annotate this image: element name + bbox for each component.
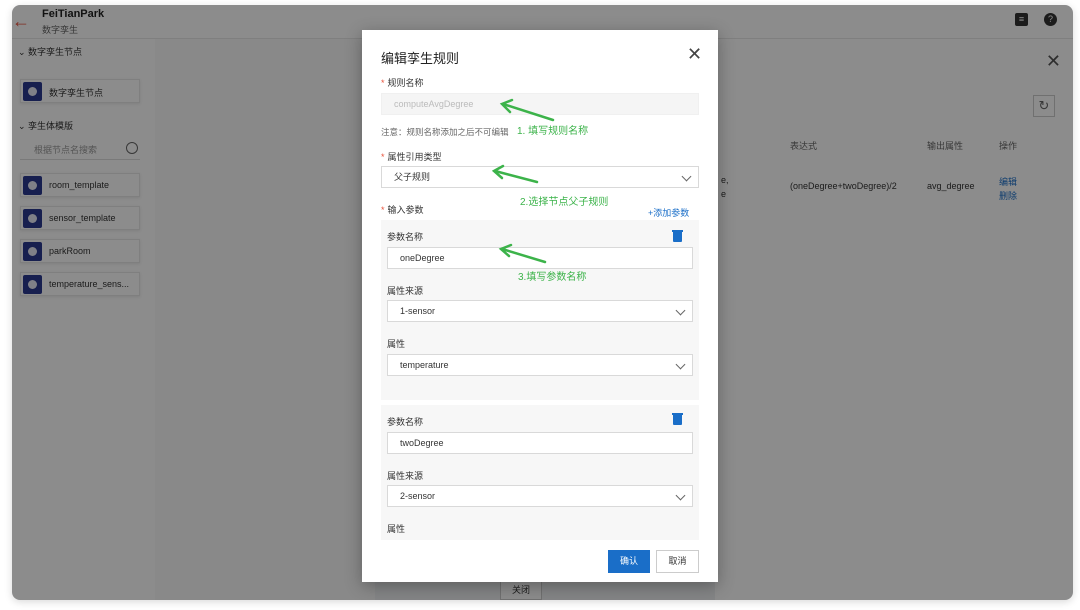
- param-block: 参数名称 twoDegree 属性来源 2-sensor 属性: [381, 405, 699, 540]
- label-text: 输入参数: [387, 205, 424, 215]
- param-source-label: 属性来源: [387, 286, 424, 296]
- param-source-label: 属性来源: [387, 471, 424, 481]
- chevron-down-icon: [675, 359, 686, 370]
- input-params-label: * 输入参数: [381, 205, 424, 215]
- app-window: ← FeiTianPark 数字孪生 ≡ ? ⌄ 数字孪生节点 数字孪生节点 ⌄…: [12, 5, 1073, 600]
- annotation-step-3: 3.填写参数名称: [518, 272, 587, 283]
- rule-name-value: computeAvgDegree: [394, 99, 474, 109]
- cancel-button[interactable]: 取消: [656, 550, 699, 573]
- ref-type-select[interactable]: 父子规则: [381, 166, 699, 188]
- rule-name-label: * 规则名称: [381, 78, 424, 88]
- trash-icon[interactable]: [672, 230, 683, 242]
- chevron-down-icon: [675, 305, 686, 316]
- param-name-label: 参数名称: [387, 232, 424, 242]
- rule-name-input: computeAvgDegree: [381, 93, 699, 115]
- ref-type-label: * 属性引用类型: [381, 152, 442, 162]
- dialog-title: 编辑孪生规则: [381, 51, 460, 66]
- annotation-step-2: 2.选择节点父子规则: [520, 197, 609, 208]
- param-attr-label: 属性: [387, 339, 406, 349]
- chevron-down-icon: [675, 490, 686, 501]
- confirm-button[interactable]: 确认: [608, 550, 650, 573]
- close-icon[interactable]: ✕: [687, 44, 702, 65]
- edit-rule-dialog: 编辑孪生规则 ✕ * 规则名称 computeAvgDegree 注意：规则名称添…: [362, 30, 718, 582]
- param-name-input[interactable]: twoDegree: [387, 432, 693, 454]
- param-name-value: twoDegree: [400, 438, 444, 448]
- add-param-button[interactable]: +添加参数: [648, 206, 689, 219]
- param-source-value: 1-sensor: [400, 306, 436, 316]
- param-source-select[interactable]: 2-sensor: [387, 485, 693, 507]
- param-name-value: oneDegree: [400, 253, 445, 263]
- trash-icon[interactable]: [672, 413, 683, 425]
- param-source-select[interactable]: 1-sensor: [387, 300, 693, 322]
- param-attr-label: 属性: [387, 524, 406, 534]
- param-attr-value: temperature: [400, 360, 449, 370]
- param-block: 参数名称 oneDegree 属性来源 1-sensor 属性 temperat…: [381, 220, 699, 400]
- rule-name-note: 注意：规则名称添加之后不可编辑: [381, 127, 509, 137]
- label-text: 规则名称: [387, 78, 424, 88]
- param-source-value: 2-sensor: [400, 491, 436, 501]
- param-attr-select[interactable]: temperature: [387, 354, 693, 376]
- param-name-label: 参数名称: [387, 417, 424, 427]
- annotation-step-1: 1. 填写规则名称: [517, 126, 589, 137]
- label-text: 属性引用类型: [387, 152, 442, 162]
- param-name-input[interactable]: oneDegree: [387, 247, 693, 269]
- chevron-down-icon: [681, 171, 692, 182]
- ref-type-value: 父子规则: [394, 172, 431, 182]
